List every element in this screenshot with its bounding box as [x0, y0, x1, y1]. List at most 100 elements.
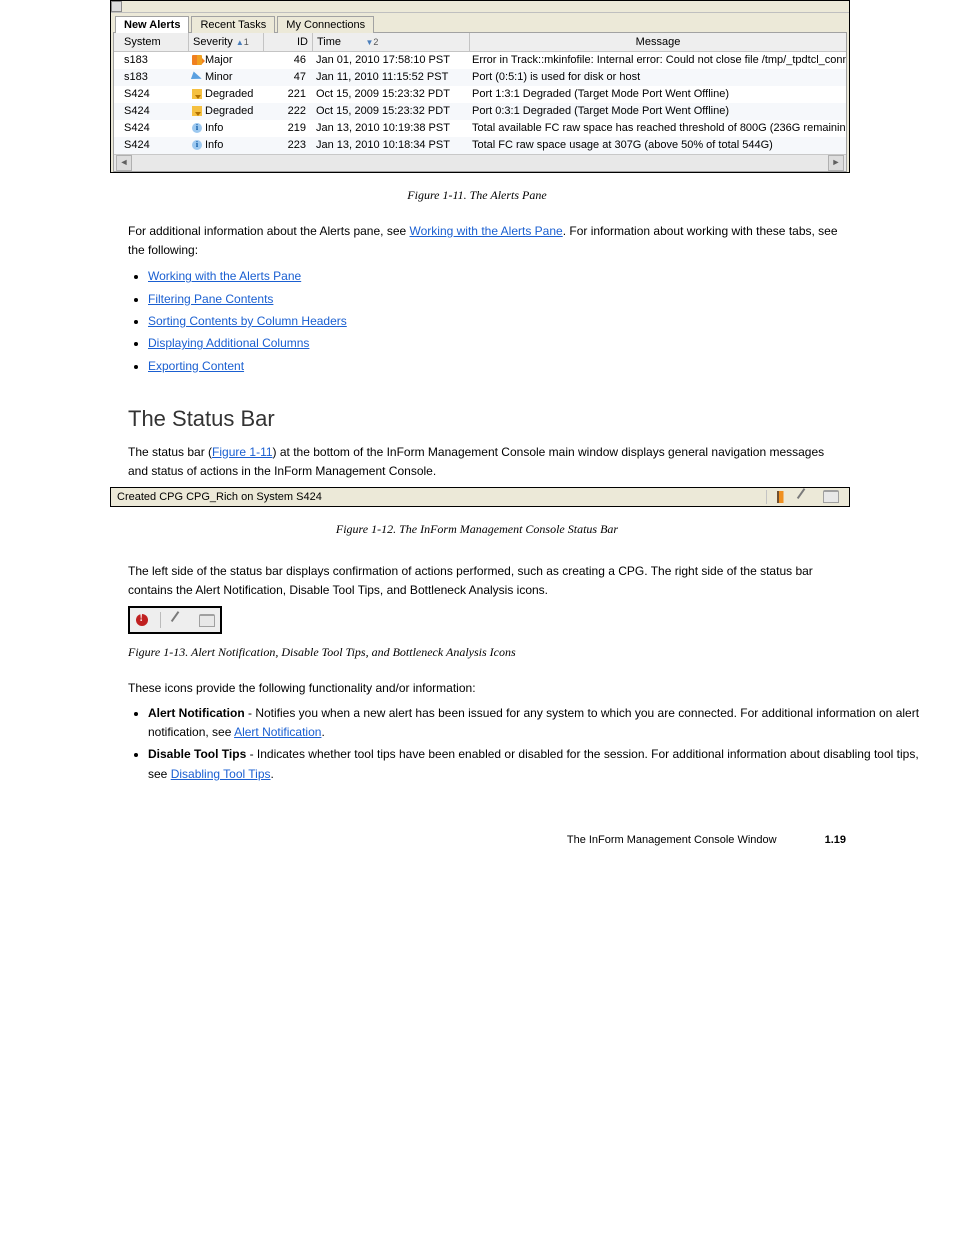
status-bar-intro: The status bar (Figure 1-11) at the bott… [128, 443, 844, 481]
intro-text-2: . For information about [563, 224, 687, 238]
cell-message: Port 1:3:1 Degraded (Target Mode Port We… [468, 87, 846, 101]
alerts-intro: For additional information about the Ale… [128, 222, 844, 260]
cell-time: Jan 13, 2010 10:18:34 PST [312, 138, 468, 152]
cell-time: Oct 15, 2009 15:23:32 PDT [312, 104, 468, 118]
icons-bullets: Alert Notification - Notifies you when a… [148, 704, 938, 784]
cell-id: 222 [262, 104, 312, 118]
icons-close-up-figure [128, 606, 222, 634]
sort-asc-icon: ▲ [236, 38, 244, 47]
disable-tooltips-close-icon [170, 611, 188, 629]
info-icon: i [192, 140, 202, 150]
page-footer: The InForm Management Console Window 1.1… [16, 834, 846, 846]
list-item: Alert Notification - Notifies you when a… [148, 704, 938, 742]
cell-message: Total FC raw space usage at 307G (above … [468, 138, 846, 152]
cell-severity: iInfo [188, 138, 262, 152]
icons-intro: These icons provide the following functi… [128, 679, 844, 698]
link-working-with-alerts[interactable]: Working with the Alerts Pane [148, 269, 301, 283]
cell-time: Jan 13, 2010 10:19:38 PST [312, 121, 468, 135]
cell-message: Port (0:5:1) is used for disk or host [468, 70, 846, 84]
cell-system: S424 [114, 104, 188, 118]
link-working-with-alerts-inline[interactable]: Working with the Alerts Pane [410, 224, 563, 238]
status-bar-description: The left side of the status bar displays… [128, 562, 844, 600]
tab-recent-tasks[interactable]: Recent Tasks [191, 16, 275, 33]
sort-order-1: 1 [244, 37, 249, 47]
cell-id: 219 [262, 121, 312, 135]
list-item: Exporting Content [148, 356, 938, 376]
severity-icon [192, 106, 202, 116]
cell-severity: Minor [188, 70, 262, 84]
collapse-up-icon[interactable] [111, 1, 122, 12]
figure-1-12-caption: Figure 1-12. The InForm Management Conso… [16, 521, 938, 538]
col-time-label: Time [317, 36, 341, 48]
disable-tooltips-icon[interactable] [797, 488, 815, 506]
col-system[interactable]: System [114, 33, 189, 51]
severity-icon [192, 55, 202, 65]
link-sorting-columns[interactable]: Sorting Contents by Column Headers [148, 314, 347, 328]
cell-severity: iInfo [188, 121, 262, 135]
status-lead: The status bar ( [128, 445, 212, 459]
info-icon: i [192, 123, 202, 133]
col-time[interactable]: Time ▼2 [313, 33, 470, 51]
table-row[interactable]: S424iInfo219Jan 13, 2010 10:19:38 PSTTot… [114, 120, 846, 137]
cell-system: S424 [114, 138, 188, 152]
scroll-right-icon[interactable]: ► [828, 155, 844, 171]
table-row[interactable]: s183Minor47Jan 11, 2010 11:15:52 PSTPort… [114, 69, 846, 86]
link-exporting-content[interactable]: Exporting Content [148, 359, 244, 373]
window-grip [111, 1, 849, 13]
bullet-title-tooltips: Disable Tool Tips [148, 747, 246, 761]
bullet-title-alert: Alert Notification [148, 706, 245, 720]
cell-system: S424 [114, 87, 188, 101]
link-disabling-tooltips[interactable]: Disabling Tool Tips [171, 767, 271, 781]
link-additional-columns[interactable]: Displaying Additional Columns [148, 336, 309, 350]
cell-id: 46 [262, 53, 312, 67]
list-item: Disable Tool Tips - Indicates whether to… [148, 745, 938, 783]
sort-order-2: 2 [373, 37, 378, 47]
figure-1-13-caption: Figure 1-13. Alert Notification, Disable… [128, 644, 938, 661]
list-item: Filtering Pane Contents [148, 289, 938, 309]
link-figure-1-11[interactable]: Figure 1-11 [212, 445, 272, 459]
table-row[interactable]: S424Degraded221Oct 15, 2009 15:23:32 PDT… [114, 86, 846, 103]
table-row[interactable]: S424Degraded222Oct 15, 2009 15:23:32 PDT… [114, 103, 846, 120]
table-header: System Severity ▲1 ID Time ▼2 Message [114, 33, 846, 52]
cell-id: 47 [262, 70, 312, 84]
scroll-left-icon[interactable]: ◄ [116, 155, 132, 171]
bottleneck-analysis-icon[interactable] [823, 490, 839, 503]
severity-icon [192, 89, 202, 99]
table-body: s183Major46Jan 01, 2010 17:58:10 PSTErro… [114, 52, 846, 154]
table-row[interactable]: s183Major46Jan 01, 2010 17:58:10 PSTErro… [114, 52, 846, 69]
link-filtering-pane[interactable]: Filtering Pane Contents [148, 292, 273, 306]
cell-id: 221 [262, 87, 312, 101]
alerts-table: System Severity ▲1 ID Time ▼2 Message s1… [113, 32, 847, 172]
intro-text-1: For additional information about the Ale… [128, 224, 410, 238]
col-message[interactable]: Message [470, 33, 846, 51]
list-item: Sorting Contents by Column Headers [148, 311, 938, 331]
alert-notification-icon[interactable] [777, 491, 789, 503]
footer-section: The InForm Management Console Window [567, 834, 777, 846]
heading-status-bar: The Status Bar [128, 406, 938, 432]
figure-1-11-caption: Figure 1-11. The Alerts Pane [16, 187, 938, 204]
cell-system: s183 [114, 70, 188, 84]
bullet-tail-1: . [321, 725, 324, 739]
tab-my-connections[interactable]: My Connections [277, 16, 374, 33]
cell-time: Oct 15, 2009 15:23:32 PDT [312, 87, 468, 101]
cell-system: s183 [114, 53, 188, 67]
footer-page: 1.19 [825, 834, 846, 846]
related-links-list: Working with the Alerts Pane Filtering P… [148, 266, 938, 376]
bottleneck-close-icon [199, 614, 215, 627]
severity-icon [191, 72, 203, 83]
list-item: Displaying Additional Columns [148, 333, 938, 353]
alerts-tabs: New Alerts Recent Tasks My Connections [111, 13, 849, 32]
link-alert-notification[interactable]: Alert Notification [234, 725, 321, 739]
alert-notification-close-icon [136, 614, 148, 626]
col-severity[interactable]: Severity ▲1 [189, 33, 264, 51]
status-bar-message: Created CPG CPG_Rich on System S424 [111, 488, 766, 506]
horizontal-scrollbar[interactable]: ◄ ► [114, 154, 846, 171]
tab-new-alerts[interactable]: New Alerts [115, 16, 189, 33]
bullet-tail-2: . [271, 767, 274, 781]
table-row[interactable]: S424iInfo223Jan 13, 2010 10:18:34 PSTTot… [114, 137, 846, 154]
status-bar-figure: Created CPG CPG_Rich on System S424 [110, 487, 850, 507]
cell-message: Error in Track::mkinfofile: Internal err… [468, 53, 846, 67]
cell-system: S424 [114, 121, 188, 135]
cell-id: 223 [262, 138, 312, 152]
col-id[interactable]: ID [264, 33, 313, 51]
